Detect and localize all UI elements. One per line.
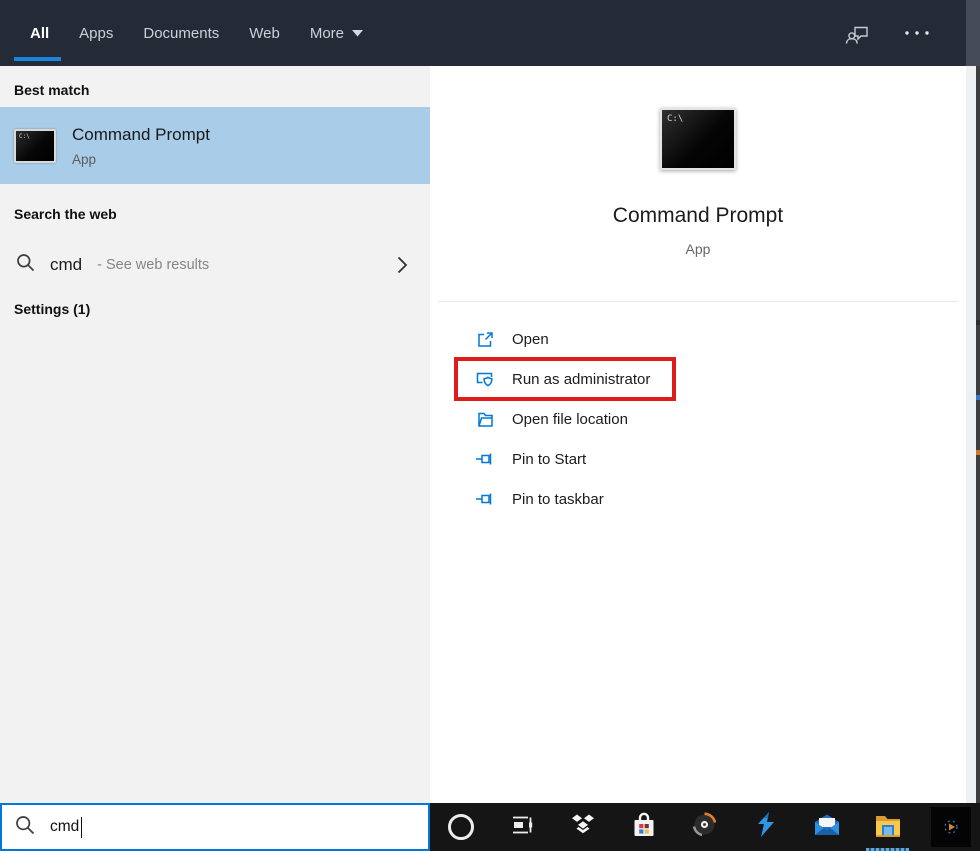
web-suggestion-query: cmd xyxy=(50,255,83,274)
search-web-header: Search the web xyxy=(14,206,117,222)
topbar-actions xyxy=(845,22,966,45)
mail-icon xyxy=(813,813,841,842)
open-icon xyxy=(475,330,495,349)
cmd-prompt-text: C:\ xyxy=(19,132,30,140)
microsoft-store-icon xyxy=(632,812,656,843)
dropbox-icon xyxy=(570,813,596,842)
tab-apps[interactable]: Apps xyxy=(79,0,113,66)
best-match-title: Command Prompt xyxy=(72,124,210,144)
action-open-file-location-label: Open file location xyxy=(512,410,628,428)
task-view-icon xyxy=(510,813,534,842)
search-input-value: cmd xyxy=(50,818,80,835)
cmd-prompt-text: C:\ xyxy=(667,114,684,124)
media-disc-button[interactable] xyxy=(674,803,735,851)
taskbar xyxy=(430,803,980,851)
tab-apps-label: Apps xyxy=(79,24,114,42)
cortana-icon xyxy=(447,814,474,840)
windows-search-flyout: All Apps Documents Web More Best match C… xyxy=(0,0,980,851)
tab-documents[interactable]: Documents xyxy=(143,0,219,66)
cmd-terminal-icon-large: C:\ xyxy=(660,108,736,170)
task-view-button[interactable] xyxy=(491,803,552,851)
pinned-dark-app-icon xyxy=(931,807,971,847)
action-pin-to-start[interactable]: Pin to Start xyxy=(430,439,966,479)
action-open-label: Open xyxy=(512,330,549,348)
cortana-button[interactable] xyxy=(430,803,491,851)
microsoft-store-button[interactable] xyxy=(613,803,674,851)
pinned-dark-app-button[interactable] xyxy=(927,803,975,851)
best-match-header: Best match xyxy=(14,82,90,98)
tab-documents-label: Documents xyxy=(143,24,220,42)
action-pin-to-start-label: Pin to Start xyxy=(512,450,587,468)
tab-more[interactable]: More xyxy=(309,0,364,66)
run-as-admin-shield-icon xyxy=(475,370,495,389)
text-cursor xyxy=(81,816,83,838)
web-suggestion-item[interactable]: cmd - See web results xyxy=(0,243,430,287)
lightning-bolt-icon xyxy=(756,811,776,843)
search-icon xyxy=(15,815,35,840)
action-open-file-location[interactable]: Open file location xyxy=(430,399,966,439)
mail-button[interactable] xyxy=(796,803,857,851)
tab-web[interactable]: Web xyxy=(249,0,280,66)
preview-subtitle: App xyxy=(685,241,711,257)
action-pin-to-taskbar-label: Pin to taskbar xyxy=(512,490,604,508)
desktop-sliver xyxy=(966,0,980,803)
filter-tabs: All Apps Documents Web More xyxy=(0,0,393,66)
dropbox-button[interactable] xyxy=(552,803,613,851)
file-explorer-button[interactable] xyxy=(857,803,918,851)
tab-more-label: More xyxy=(309,24,345,42)
web-suggestion-suffix: - See web results xyxy=(97,257,210,273)
tab-web-label: Web xyxy=(249,24,280,42)
cmd-terminal-icon: C:\ xyxy=(14,128,56,163)
taskbar-search-input[interactable]: cmd xyxy=(0,803,430,851)
search-icon xyxy=(16,253,35,277)
lightning-app-button[interactable] xyxy=(735,803,796,851)
preview-title: Command Prompt xyxy=(612,204,784,227)
search-filter-bar: All Apps Documents Web More xyxy=(0,0,966,66)
media-disc-icon xyxy=(691,811,718,843)
file-explorer-icon xyxy=(874,813,902,842)
ellipsis-icon[interactable] xyxy=(904,30,930,36)
action-pin-to-taskbar[interactable]: Pin to taskbar xyxy=(430,479,966,519)
pin-icon xyxy=(475,490,495,508)
action-run-as-administrator-label: Run as administrator xyxy=(512,370,651,388)
context-actions: Open Run as administrator Open file loca… xyxy=(430,319,966,519)
divider xyxy=(438,301,958,302)
feedback-icon[interactable] xyxy=(845,22,870,45)
tab-all-label: All xyxy=(30,24,50,42)
action-run-as-administrator[interactable]: Run as administrator xyxy=(430,357,966,401)
best-match-result[interactable]: C:\ Command Prompt App xyxy=(0,107,430,184)
results-panel: Best match C:\ Command Prompt App Search… xyxy=(0,66,430,803)
chevron-right-icon[interactable] xyxy=(397,256,414,274)
best-match-subtitle: App xyxy=(72,151,97,167)
preview-panel: C:\ Command Prompt App Open Run as admin… xyxy=(430,66,966,803)
action-open[interactable]: Open xyxy=(430,319,966,359)
settings-header: Settings (1) xyxy=(14,301,91,317)
tab-all[interactable]: All xyxy=(13,0,62,66)
pin-icon xyxy=(475,450,495,468)
file-location-icon xyxy=(475,410,495,429)
chevron-down-icon xyxy=(352,29,364,37)
